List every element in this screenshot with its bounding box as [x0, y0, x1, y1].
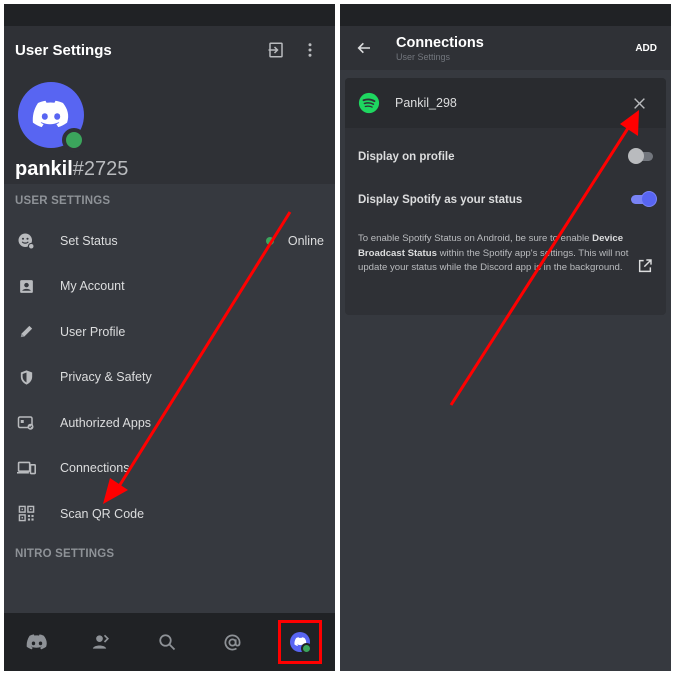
menu-item-label: User Profile: [60, 324, 126, 339]
page-title: Connections: [396, 34, 484, 51]
menu-item-my-account[interactable]: My Account: [4, 264, 335, 310]
qr-code-icon: [15, 503, 37, 525]
pencil-icon: [15, 321, 37, 343]
menu-item-set-status[interactable]: Set Status Online: [4, 218, 335, 264]
back-arrow-icon[interactable]: [350, 34, 378, 62]
option-display-on-profile: Display on profile: [345, 135, 666, 178]
toggle-knob: [628, 148, 644, 164]
status-text: Online: [287, 233, 324, 248]
display-on-profile-toggle[interactable]: [628, 148, 653, 164]
online-dot: [301, 643, 313, 654]
username: pankil#2725: [15, 158, 128, 181]
discord-logo-icon: [26, 633, 47, 649]
spotify-icon: [358, 92, 380, 114]
option-display-spotify-status: Display Spotify as your status: [345, 178, 666, 221]
at-sign-icon: [224, 634, 241, 650]
option-label: Display Spotify as your status: [358, 193, 523, 206]
menu-item-label: Set Status: [60, 233, 118, 248]
online-status-indicator: [62, 128, 86, 152]
connections-panel: Connections User Settings ADD Pankil_298…: [340, 4, 671, 671]
connection-header: Pankil_298: [345, 78, 666, 128]
status-icon: [15, 230, 37, 252]
menu-item-label: Connections: [60, 461, 130, 476]
account-icon: [15, 275, 37, 297]
shield-icon: [15, 366, 37, 388]
menu-item-label: My Account: [60, 279, 125, 294]
bottom-navigation: [4, 613, 335, 671]
nav-search[interactable]: [147, 622, 187, 662]
header-titles: Connections User Settings: [396, 35, 635, 62]
logout-icon[interactable]: [262, 36, 290, 64]
spotify-connection-card: Pankil_298 Display on profile Display Sp…: [345, 78, 666, 315]
menu-item-scan-qr[interactable]: Scan QR Code: [4, 491, 335, 537]
more-options-icon[interactable]: [296, 36, 324, 64]
page-subtitle: User Settings: [396, 51, 451, 62]
close-icon[interactable]: [625, 89, 653, 117]
online-dot: [265, 236, 274, 245]
option-label: Display on profile: [358, 150, 455, 163]
info-text-1: To enable Spotify Status on Android, be …: [358, 233, 593, 244]
devices-icon: [15, 457, 37, 479]
profile-section: pankil#2725: [4, 74, 335, 184]
section-label-nitro-settings: NITRO SETTINGS: [15, 547, 115, 560]
username-discriminator: #2725: [72, 158, 129, 180]
display-spotify-status-toggle[interactable]: [631, 191, 657, 207]
page-title: User Settings: [15, 41, 112, 59]
nav-mentions[interactable]: [213, 622, 253, 662]
menu-item-connections[interactable]: Connections: [4, 446, 335, 492]
discord-logo-icon: [32, 100, 69, 128]
search-icon: [159, 634, 176, 651]
add-connection-button[interactable]: ADD: [635, 43, 657, 54]
toggle-knob: [641, 191, 657, 207]
nav-friends[interactable]: [82, 622, 122, 662]
menu-item-privacy-safety[interactable]: Privacy & Safety: [4, 355, 335, 401]
nav-user-settings[interactable]: [278, 620, 323, 664]
menu-item-label: Privacy & Safety: [60, 370, 152, 385]
status-bar: [4, 4, 335, 26]
menu-item-user-profile[interactable]: User Profile: [4, 309, 335, 355]
status-bar: [340, 4, 671, 26]
menu-item-authorized-apps[interactable]: Authorized Apps: [4, 400, 335, 446]
connected-account-name: Pankil_298: [395, 96, 457, 110]
connections-header: Connections User Settings ADD: [340, 26, 671, 70]
friends-icon: [92, 634, 110, 649]
status-value: Online: [265, 233, 324, 248]
username-name: pankil: [15, 158, 73, 180]
authorized-apps-icon: [15, 412, 37, 434]
user-settings-panel: User Settings pankil#2725 USER SETTINGS: [4, 4, 335, 671]
user-settings-header: User Settings: [4, 26, 335, 74]
avatar: [290, 632, 313, 654]
menu-item-label: Authorized Apps: [60, 415, 152, 430]
spotify-status-info: To enable Spotify Status on Android, be …: [358, 232, 633, 276]
external-link-icon[interactable]: [637, 258, 653, 274]
nav-home[interactable]: [17, 622, 57, 662]
menu-item-label: Scan QR Code: [60, 506, 145, 521]
section-label-user-settings: USER SETTINGS: [15, 195, 111, 207]
